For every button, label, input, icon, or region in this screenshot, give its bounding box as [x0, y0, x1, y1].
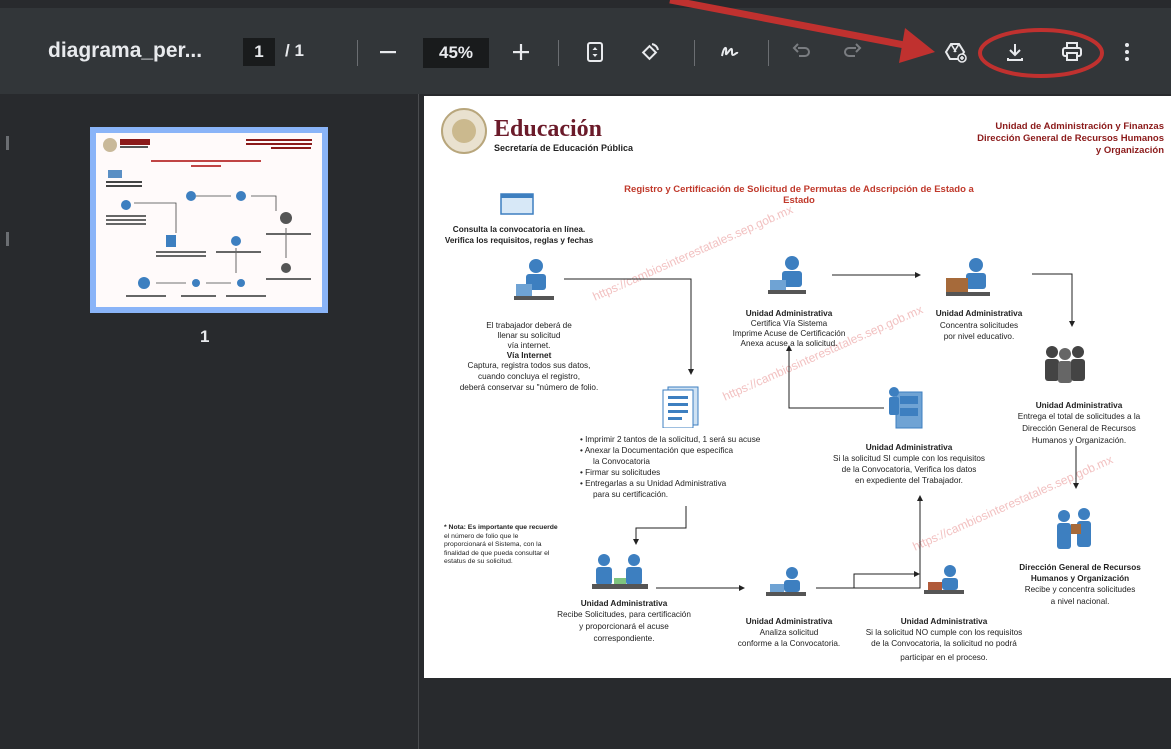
fit-page-icon	[587, 42, 603, 62]
zoom-in-button[interactable]	[506, 37, 536, 67]
page-thumbnail[interactable]	[90, 127, 328, 313]
minus-icon	[380, 51, 396, 54]
zoom-out-button[interactable]	[373, 37, 403, 67]
annotate-button[interactable]	[715, 37, 745, 67]
undo-button[interactable]	[787, 37, 817, 67]
fit-to-page-button[interactable]	[580, 37, 610, 67]
plus-icon	[513, 44, 529, 60]
page-number-input[interactable]: 1	[243, 38, 275, 66]
flow-connectors	[564, 272, 1079, 591]
rotate-button[interactable]	[635, 37, 665, 67]
connector-arrow	[786, 345, 884, 409]
connector-arrow	[1032, 273, 1075, 327]
rotate-icon	[641, 43, 659, 61]
thumbnail-page-number: 1	[200, 327, 210, 346]
annotate-icon	[721, 46, 739, 57]
undo-icon	[792, 43, 810, 57]
connector-arrow	[816, 571, 920, 589]
download-button[interactable]	[1000, 37, 1030, 67]
drive-save-icon	[944, 43, 967, 63]
connector-arrow	[564, 278, 694, 375]
more-options-button[interactable]	[1112, 37, 1142, 67]
toolbar-divider	[694, 40, 695, 66]
download-icon	[1007, 44, 1023, 61]
page-total: / 1	[285, 41, 304, 60]
toolbar-divider	[768, 40, 769, 66]
toolbar-divider	[558, 40, 559, 66]
pdf-toolbar: diagrama_per... 1 / 1 45%	[0, 8, 1171, 94]
redo-icon	[844, 43, 862, 57]
print-button[interactable]	[1057, 37, 1087, 67]
connector-arrow	[633, 506, 687, 545]
sidebar-edge-mark	[6, 232, 9, 246]
sidebar-edge-mark	[6, 136, 9, 150]
print-icon	[1062, 42, 1082, 61]
save-to-drive-button[interactable]	[940, 37, 970, 67]
thumbnail-preview	[96, 133, 322, 307]
redo-button[interactable]	[837, 37, 867, 67]
zoom-input[interactable]: 45%	[423, 38, 489, 68]
pdf-page: https://cambiosinterestatales.sep.gob.mx…	[424, 96, 1171, 678]
toolbar-divider	[357, 40, 358, 66]
more-icon	[1125, 43, 1129, 61]
thumbnail-image	[96, 133, 322, 307]
document-title: diagrama_per...	[48, 39, 203, 62]
